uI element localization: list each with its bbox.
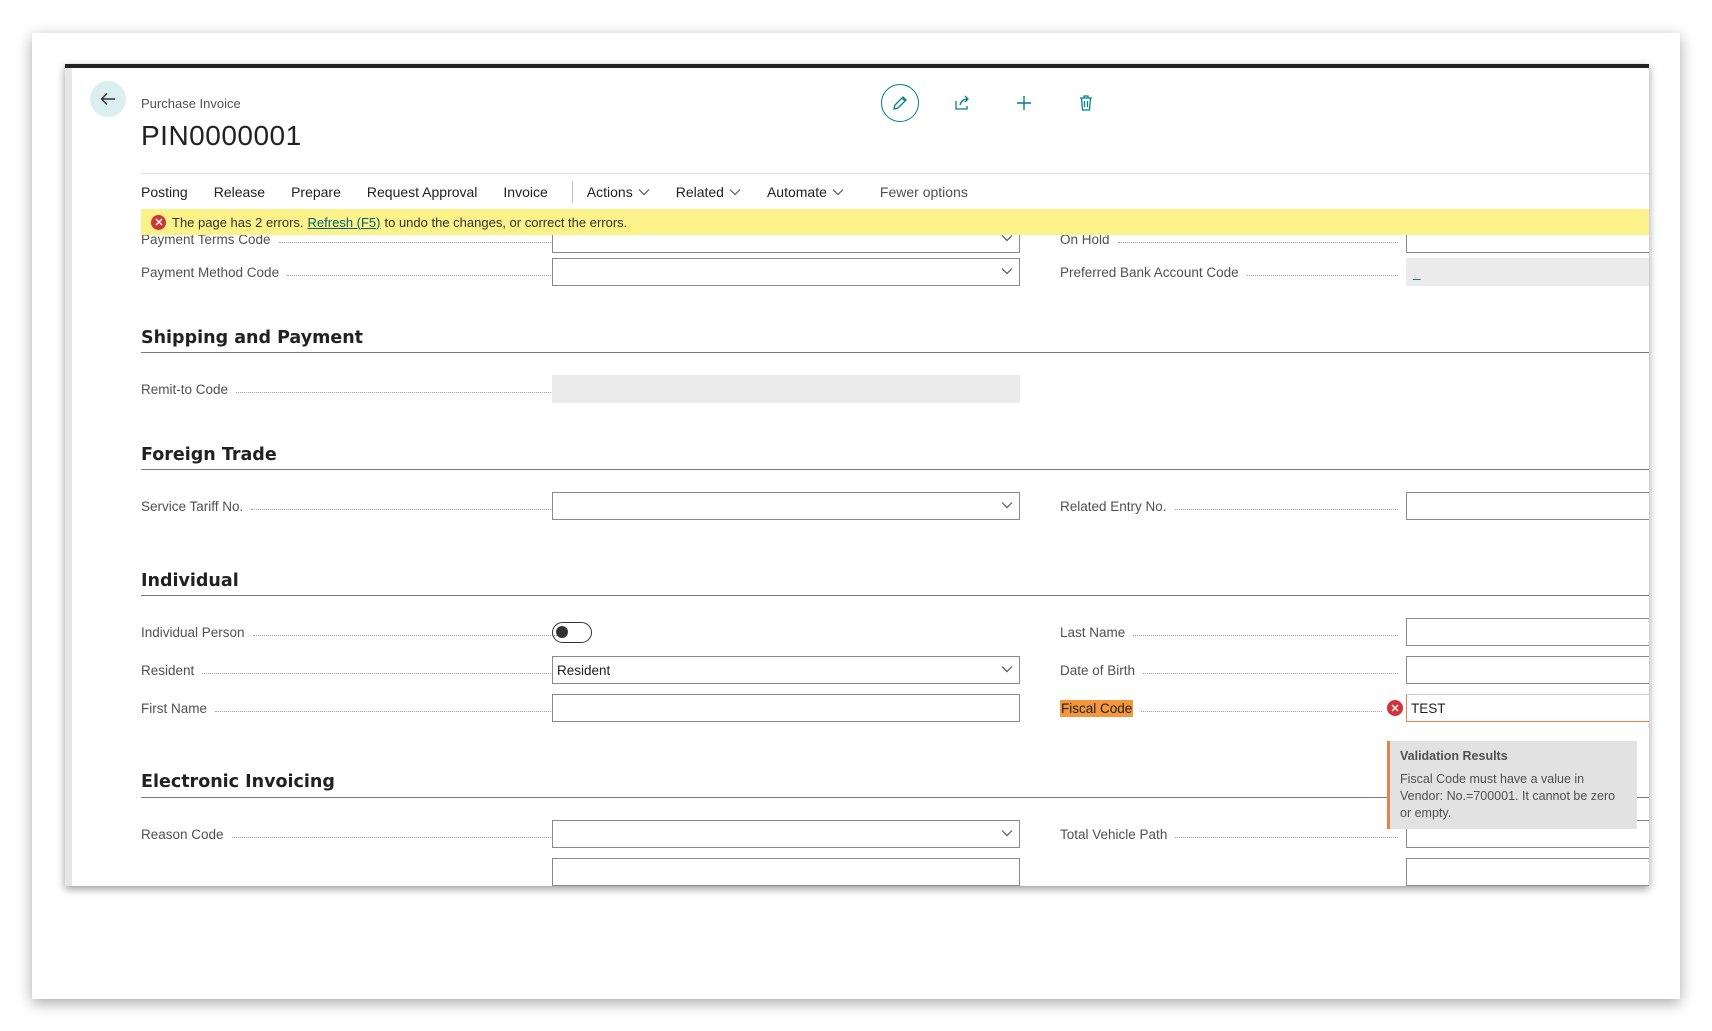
tooltip-message: Fiscal Code must have a value in Vendor:… — [1400, 772, 1616, 820]
share-button[interactable] — [943, 84, 981, 122]
first-name-input[interactable] — [552, 694, 1020, 722]
toggle-knob — [556, 626, 568, 638]
label-payment-method-code: Payment Method Code — [141, 258, 561, 286]
chevron-down-icon — [729, 188, 741, 195]
menu-actions-label: Actions — [586, 183, 633, 200]
label-reason-code: Reason Code — [141, 820, 561, 848]
action-release[interactable]: Release — [214, 184, 265, 200]
menu-automate-label: Automate — [766, 183, 827, 200]
label-resident: Resident — [141, 656, 561, 684]
resident-value: Resident — [557, 662, 611, 678]
on-hold-input[interactable] — [1406, 235, 1649, 253]
chevron-down-icon — [1001, 268, 1013, 275]
chevron-down-icon — [1001, 235, 1013, 242]
page-title: PIN0000001 — [141, 120, 302, 151]
error-text-before: The page has 2 errors. — [172, 214, 304, 230]
field-error-icon[interactable] — [1387, 700, 1403, 716]
label-fiscal-code: Fiscal Code — [1060, 694, 1382, 722]
label-date-of-birth: Date of Birth — [1060, 656, 1398, 684]
service-tariff-no-select[interactable] — [552, 492, 1020, 520]
validation-tooltip: Validation Results Fiscal Code must have… — [1387, 741, 1637, 829]
individual-person-toggle[interactable] — [552, 622, 592, 643]
trash-icon — [1080, 95, 1092, 111]
arrow-left-icon — [100, 93, 115, 105]
section-shipping-and-payment[interactable]: Shipping and Payment — [141, 328, 363, 348]
label-remit-to-code: Remit-to Code — [141, 375, 561, 403]
form-content: Payment Terms Code On Hold Payment Metho… — [65, 235, 1649, 886]
action-request-approval[interactable]: Request Approval — [367, 184, 478, 200]
action-posting[interactable]: Posting — [141, 184, 188, 200]
share-icon — [955, 95, 969, 110]
new-button[interactable] — [1005, 84, 1043, 122]
label-total-vehicle-path: Total Vehicle Path — [1060, 820, 1398, 848]
menu-related[interactable]: Related — [676, 184, 741, 200]
label-related-entry-no: Related Entry No. — [1060, 492, 1398, 520]
remit-to-code-field[interactable] — [552, 375, 1020, 403]
label-on-hold: On Hold — [1060, 235, 1398, 253]
delete-button[interactable] — [1067, 84, 1105, 122]
date-of-birth-input[interactable] — [1406, 656, 1649, 684]
section-divider — [141, 469, 1649, 470]
label-preferred-bank-account-code: Preferred Bank Account Code — [1060, 258, 1398, 286]
menu-actions[interactable]: Actions — [587, 184, 650, 200]
fewer-options-button[interactable]: Fewer options — [880, 184, 968, 200]
fiscal-code-input[interactable]: TEST — [1406, 694, 1649, 722]
payment-method-code-select[interactable] — [552, 258, 1020, 286]
last-name-input[interactable] — [1406, 618, 1649, 646]
chevron-down-icon — [638, 188, 650, 195]
label-individual-person: Individual Person — [141, 618, 561, 646]
related-entry-no-input[interactable] — [1406, 492, 1649, 520]
purchase-invoice-window: Purchase Invoice PIN0000001 Posting Rele… — [65, 64, 1649, 886]
label-first-name: First Name — [141, 694, 561, 722]
plus-icon — [1017, 96, 1031, 110]
action-prepare[interactable]: Prepare — [291, 184, 341, 200]
menu-related-label: Related — [675, 183, 724, 200]
next-row-field[interactable] — [552, 858, 1020, 886]
top-actions — [881, 84, 1129, 122]
resident-select[interactable]: Resident — [552, 656, 1020, 684]
next-row-field-right[interactable] — [1406, 858, 1649, 886]
page-caption: Purchase Invoice — [141, 96, 241, 111]
chevron-down-icon — [1001, 666, 1013, 673]
section-electronic-invoicing[interactable]: Electronic Invoicing — [141, 772, 335, 792]
refresh-link[interactable]: Refresh (F5) — [308, 215, 381, 230]
section-foreign-trade[interactable]: Foreign Trade — [141, 445, 277, 465]
error-notification-bar: The page has 2 errors. Refresh (F5) to u… — [141, 209, 1649, 235]
action-separator — [571, 180, 573, 203]
payment-terms-code-select[interactable] — [552, 235, 1020, 253]
back-button[interactable] — [90, 81, 126, 117]
menu-automate[interactable]: Automate — [767, 184, 844, 200]
edit-button[interactable] — [881, 84, 919, 122]
chevron-down-icon — [1001, 830, 1013, 837]
section-divider — [141, 352, 1649, 353]
label-service-tariff-no: Service Tariff No. — [141, 492, 561, 520]
error-icon — [151, 214, 166, 230]
chevron-down-icon — [1001, 502, 1013, 509]
chevron-down-icon — [832, 188, 844, 195]
action-invoice[interactable]: Invoice — [503, 184, 547, 200]
pencil-icon — [893, 96, 907, 110]
error-text-after: to undo the changes, or correct the erro… — [384, 214, 628, 230]
label-last-name: Last Name — [1060, 618, 1398, 646]
reason-code-select[interactable] — [552, 820, 1020, 848]
label-payment-terms-code: Payment Terms Code — [141, 235, 561, 253]
action-bar: Posting Release Prepare Request Approval… — [141, 173, 1649, 209]
tooltip-title: Validation Results — [1400, 749, 1508, 763]
section-individual[interactable]: Individual — [141, 571, 239, 591]
section-divider — [141, 595, 1649, 596]
preferred-bank-account-code-field[interactable]: _ — [1406, 258, 1649, 286]
